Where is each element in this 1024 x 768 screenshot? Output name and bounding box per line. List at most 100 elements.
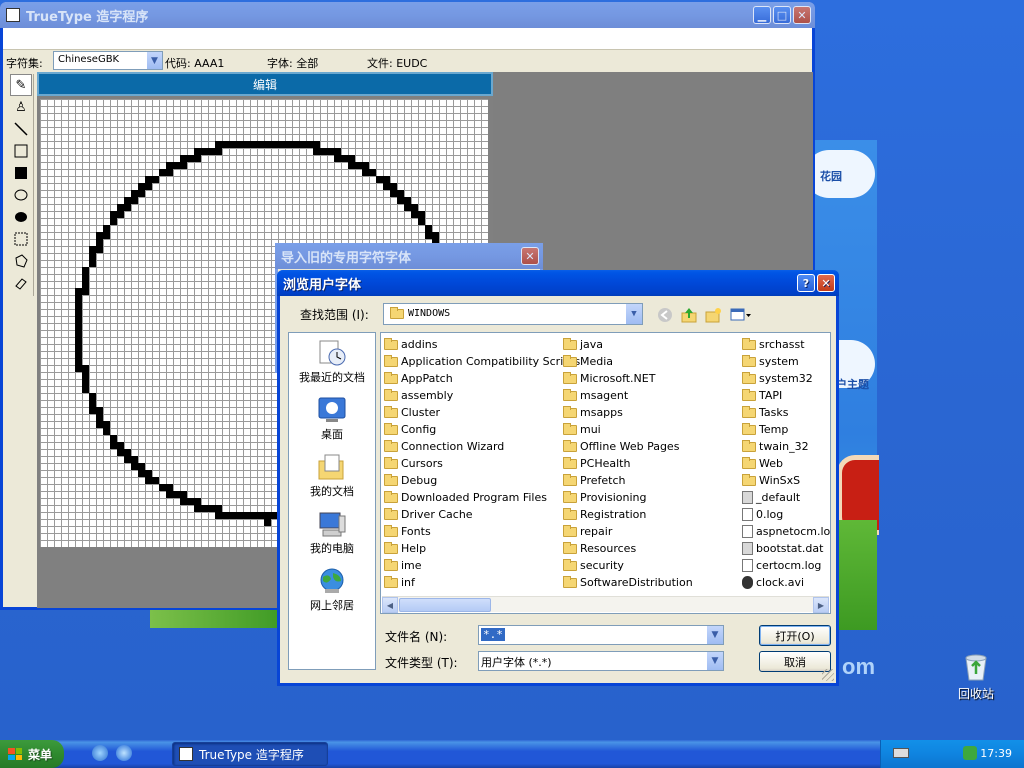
keyboard-icon[interactable] (893, 748, 909, 758)
chevron-down-icon[interactable]: ▼ (706, 652, 723, 670)
place-my-documents[interactable]: 我的文档 (289, 447, 375, 504)
file-item[interactable]: PCHealth (563, 455, 693, 472)
file-item[interactable]: Cluster (384, 404, 580, 421)
brush-icon[interactable]: ♙ (10, 96, 32, 118)
file-item[interactable]: srchasst (742, 336, 830, 353)
file-item[interactable]: Driver Cache (384, 506, 580, 523)
file-item[interactable]: addins (384, 336, 580, 353)
chevron-down-icon[interactable]: ▼ (625, 304, 642, 324)
file-item[interactable]: msapps (563, 404, 693, 421)
security-center-icon[interactable] (963, 746, 977, 760)
resize-grip[interactable] (822, 669, 834, 681)
file-item[interactable]: Microsoft.NET (563, 370, 693, 387)
scroll-left-icon[interactable]: ◀ (382, 597, 398, 613)
file-item[interactable]: _default (742, 489, 830, 506)
glyph-pixel (194, 498, 201, 505)
file-item[interactable]: certocm.log (742, 557, 830, 574)
file-item[interactable]: AppPatch (384, 370, 580, 387)
filename-input[interactable]: *.* ▼ (478, 625, 724, 645)
file-item[interactable]: Web (742, 455, 830, 472)
glyph-pixel (320, 148, 327, 155)
file-item[interactable]: ime (384, 557, 580, 574)
internet-explorer-icon[interactable] (116, 745, 132, 761)
taskbar-item-truetype[interactable]: TrueType 造字程序 (172, 742, 328, 766)
place-desktop[interactable]: 桌面 (289, 390, 375, 447)
file-item[interactable]: twain_32 (742, 438, 830, 455)
close-button[interactable]: ✕ (817, 274, 835, 292)
hollow-rect-icon[interactable] (10, 140, 32, 162)
file-item[interactable]: clock.avi (742, 574, 830, 591)
file-item[interactable]: Help (384, 540, 580, 557)
file-item[interactable]: mui (563, 421, 693, 438)
file-item[interactable]: Config (384, 421, 580, 438)
chevron-down-icon[interactable]: ▼ (706, 626, 723, 644)
file-item[interactable]: java (563, 336, 693, 353)
file-item[interactable]: SoftwareDistribution (563, 574, 693, 591)
rect-select-icon[interactable] (10, 228, 32, 250)
file-item[interactable]: assembly (384, 387, 580, 404)
file-item[interactable]: msagent (563, 387, 693, 404)
close-button[interactable]: ✕ (793, 6, 811, 24)
file-item[interactable]: Application Compatibility Scripts (384, 353, 580, 370)
file-item[interactable]: Downloaded Program Files (384, 489, 580, 506)
minimize-button[interactable]: ▁ (753, 6, 771, 24)
place-my-computer[interactable]: 我的电脑 (289, 504, 375, 561)
file-item[interactable]: Resources (563, 540, 693, 557)
scroll-right-icon[interactable]: ▶ (813, 597, 829, 613)
file-item[interactable]: bootstat.dat (742, 540, 830, 557)
maximize-button[interactable]: □ (773, 6, 791, 24)
place-recent-documents[interactable]: 我最近的文档 (289, 333, 375, 390)
pencil-icon[interactable]: ✎ (10, 74, 32, 96)
close-button[interactable]: ✕ (521, 247, 539, 265)
file-item[interactable]: system32 (742, 370, 830, 387)
file-item[interactable]: Fonts (384, 523, 580, 540)
file-item[interactable]: security (563, 557, 693, 574)
start-button[interactable]: 菜单 (0, 740, 64, 768)
look-in-dropdown[interactable]: WINDOWS ▼ (383, 303, 643, 325)
back-icon[interactable] (656, 306, 674, 324)
open-button[interactable]: 打开(O) (759, 625, 831, 646)
file-item[interactable]: 0.log (742, 506, 830, 523)
place-network[interactable]: 网上邻居 (289, 561, 375, 618)
line-icon[interactable] (10, 118, 32, 140)
charset-dropdown[interactable]: ChineseGBK ▼ (53, 51, 163, 70)
filetype-dropdown[interactable]: 用户字体 (*.*) ▼ (478, 651, 724, 671)
file-item[interactable]: TAPI (742, 387, 830, 404)
help-button[interactable]: ? (797, 274, 815, 292)
file-item[interactable]: Registration (563, 506, 693, 523)
file-item[interactable]: Media (563, 353, 693, 370)
import-title-bar[interactable]: 导入旧的专用字符字体 ✕ (275, 243, 543, 269)
chevron-down-icon[interactable]: ▼ (146, 52, 162, 69)
main-title-bar[interactable]: TrueType 造字程序 ▁ □ ✕ (0, 2, 815, 28)
file-item[interactable]: Offline Web Pages (563, 438, 693, 455)
file-item[interactable]: Debug (384, 472, 580, 489)
cancel-button[interactable]: 取消 (759, 651, 831, 672)
file-item[interactable]: Tasks (742, 404, 830, 421)
browse-title-bar[interactable]: 浏览用户字体 ? ✕ (277, 270, 839, 296)
filled-ellipse-icon[interactable] (10, 206, 32, 228)
file-item[interactable]: Cursors (384, 455, 580, 472)
scroll-thumb[interactable] (399, 598, 491, 612)
file-item[interactable]: repair (563, 523, 693, 540)
file-item[interactable]: Connection Wizard (384, 438, 580, 455)
file-item[interactable]: Prefetch (563, 472, 693, 489)
file-item[interactable]: Temp (742, 421, 830, 438)
view-menu-icon[interactable] (729, 306, 753, 324)
glyph-pixel (194, 155, 201, 162)
hollow-ellipse-icon[interactable] (10, 184, 32, 206)
eraser-icon[interactable] (10, 272, 32, 294)
up-folder-icon[interactable] (680, 306, 698, 324)
file-item[interactable]: Provisioning (563, 489, 693, 506)
show-desktop-icon[interactable] (92, 745, 108, 761)
glyph-pixel (341, 155, 348, 162)
file-column: srchasst system system32 TAPI Tasks Temp twain… (742, 336, 830, 591)
horizontal-scrollbar[interactable]: ◀ ▶ (382, 596, 829, 613)
file-item[interactable]: WinSxS (742, 472, 830, 489)
recycle-bin-shortcut[interactable]: 回收站 (952, 650, 1000, 702)
freeform-select-icon[interactable] (10, 250, 32, 272)
file-item[interactable]: system (742, 353, 830, 370)
file-item[interactable]: inf (384, 574, 580, 591)
filled-rect-icon[interactable] (10, 162, 32, 184)
new-folder-icon[interactable] (704, 306, 722, 324)
file-item[interactable]: aspnetocm.log (742, 523, 830, 540)
